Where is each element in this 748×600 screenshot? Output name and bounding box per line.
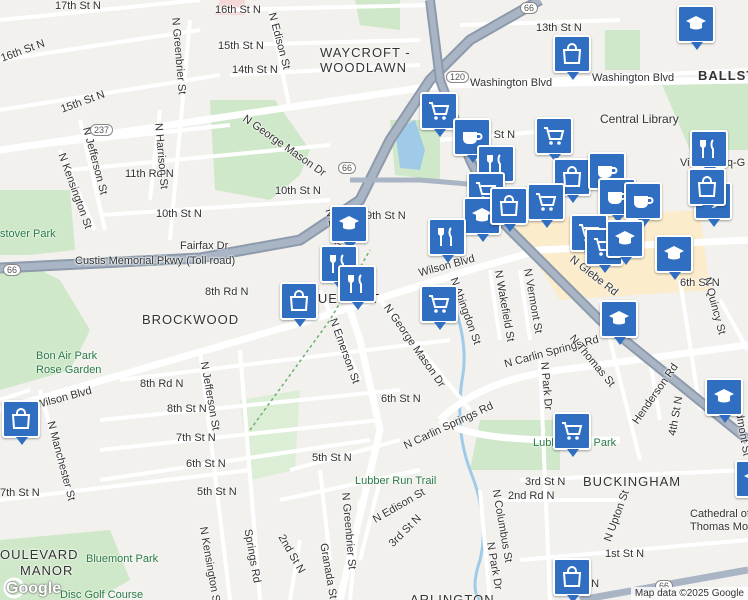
cart-icon <box>562 422 583 440</box>
street-label-14th: 14th St N <box>232 64 278 76</box>
map-attribution[interactable]: Map data ©2025 Google <box>630 587 748 600</box>
shop-icon <box>11 408 31 429</box>
restaurant-marker[interactable] <box>428 218 466 263</box>
neighborhood-waycroft: WAYCROFT - <box>320 45 411 60</box>
neighborhood-boulevard: OULEVARD <box>0 547 79 562</box>
shop-marker[interactable] <box>280 282 318 327</box>
poi-bon-air-park[interactable]: Bon Air Park <box>36 350 97 362</box>
shop-marker[interactable] <box>420 285 458 330</box>
street-label-17th: 17th St N <box>55 0 101 12</box>
neighborhood-brockwood: BROCKWOOD <box>142 312 240 327</box>
street-label-8th-rd: 8th Rd N <box>205 286 249 298</box>
poi-bluemont-park[interactable]: Bluemont Park <box>86 553 158 565</box>
shop-icon <box>562 43 582 64</box>
street-label-5th: 5th St N <box>312 452 352 464</box>
map-canvas[interactable]: 17th St N 16th St N 16th St N 15th St N … <box>0 0 748 600</box>
shield-r237: 237 <box>90 124 114 136</box>
poi-stover-park[interactable]: stover Park <box>0 228 56 240</box>
poi-lubber-run-trail[interactable]: Lubber Run Trail <box>355 475 436 487</box>
google-logo: Google <box>6 580 62 597</box>
coffee-icon <box>634 196 654 208</box>
street-label-15th: 15th St N <box>218 40 264 52</box>
neighborhood-ballston: BALLST <box>698 68 748 83</box>
street-label-9th: 9th St N <box>366 210 406 222</box>
neighborhood-woodlawn: WOODLAWN <box>320 60 407 75</box>
street-label-8th: 8th St N <box>167 403 207 415</box>
shop-marker[interactable] <box>553 558 591 600</box>
poi-cathedral[interactable]: Cathedral of <box>690 508 748 520</box>
coffee-marker[interactable] <box>624 182 662 227</box>
poi-rose-garden[interactable]: Rose Garden <box>36 364 101 376</box>
street-label-16th: 16th St N <box>215 4 261 16</box>
neighborhood-arlington: ARLINGTON <box>410 592 495 600</box>
shop-icon <box>289 290 309 311</box>
school-icon <box>615 231 635 245</box>
street-label-3rd-e: 3rd St N <box>525 476 566 488</box>
street-label-8th-rd-s: 8th Rd N <box>140 378 184 390</box>
school-marker[interactable] <box>655 235 693 280</box>
street-label-5th-w: 5th St N <box>197 486 237 498</box>
shop-marker[interactable] <box>688 168 726 213</box>
school-marker[interactable] <box>735 460 748 498</box>
school-icon <box>609 311 629 325</box>
restaurant-icon <box>348 274 362 293</box>
street-label-7th: 7th St N <box>176 432 216 444</box>
school-marker[interactable] <box>705 378 743 423</box>
school-icon <box>339 216 359 230</box>
shop-marker[interactable] <box>527 183 565 228</box>
shop-marker[interactable] <box>2 400 40 445</box>
restaurant-marker[interactable] <box>338 265 376 310</box>
school-icon <box>664 246 684 260</box>
school-marker[interactable] <box>330 205 368 250</box>
street-label-10th-e: 10th St N <box>275 185 321 197</box>
cart-icon <box>536 193 557 211</box>
poi-disc-golf[interactable]: Disc Golf Course <box>60 589 143 600</box>
street-label-7th-w: 7th St N <box>0 487 40 499</box>
street-label-washington: Washington Blvd <box>470 77 553 89</box>
street-label-13th: 13th St N <box>536 22 582 34</box>
shield-i66-b: 66 <box>338 162 357 174</box>
poi-central-library[interactable]: Central Library <box>600 112 679 126</box>
shop-marker[interactable] <box>490 187 528 232</box>
restaurant-icon <box>438 227 452 246</box>
school-marker[interactable] <box>677 5 715 50</box>
cart-icon <box>544 127 565 145</box>
shield-r120: 120 <box>446 71 470 83</box>
street-label-10th: 10th St N <box>156 208 202 220</box>
shop-marker[interactable] <box>553 35 591 80</box>
shield-i66-a: 66 <box>520 2 539 14</box>
school-marker[interactable] <box>600 300 638 345</box>
restaurant-marker[interactable] <box>690 130 728 175</box>
street-label-washington-e: Washington Blvd <box>592 72 675 84</box>
street-label-1st: 1st St N <box>605 548 645 560</box>
shield-i66-c: 66 <box>3 264 22 276</box>
shop-icon <box>562 566 582 587</box>
shop-icon <box>697 176 717 197</box>
shop-marker[interactable] <box>535 117 573 162</box>
poi-cathedral-2[interactable]: Thomas Mo <box>690 521 748 533</box>
neighborhood-manor: MANOR <box>20 563 74 578</box>
cart-icon <box>429 102 450 120</box>
restaurant-icon <box>700 139 714 158</box>
school-icon <box>744 474 748 478</box>
school-icon <box>686 16 706 30</box>
street-label-custis: Custis Memorial Pkwy (Toll road) <box>75 255 236 267</box>
neighborhood-buckingham: BUCKINGHAM <box>583 474 682 489</box>
shop-marker[interactable] <box>553 412 591 457</box>
school-icon <box>714 389 734 403</box>
street-label-6th: 6th St N <box>186 458 226 470</box>
street-label-fairfax: Fairfax Dr <box>180 240 229 252</box>
shop-icon <box>499 195 519 216</box>
street-label-6th-e: 6th St N <box>381 393 421 405</box>
street-label-2nd: 2nd Rd N <box>508 490 555 502</box>
school-marker[interactable] <box>606 220 644 265</box>
cart-icon <box>429 295 450 313</box>
